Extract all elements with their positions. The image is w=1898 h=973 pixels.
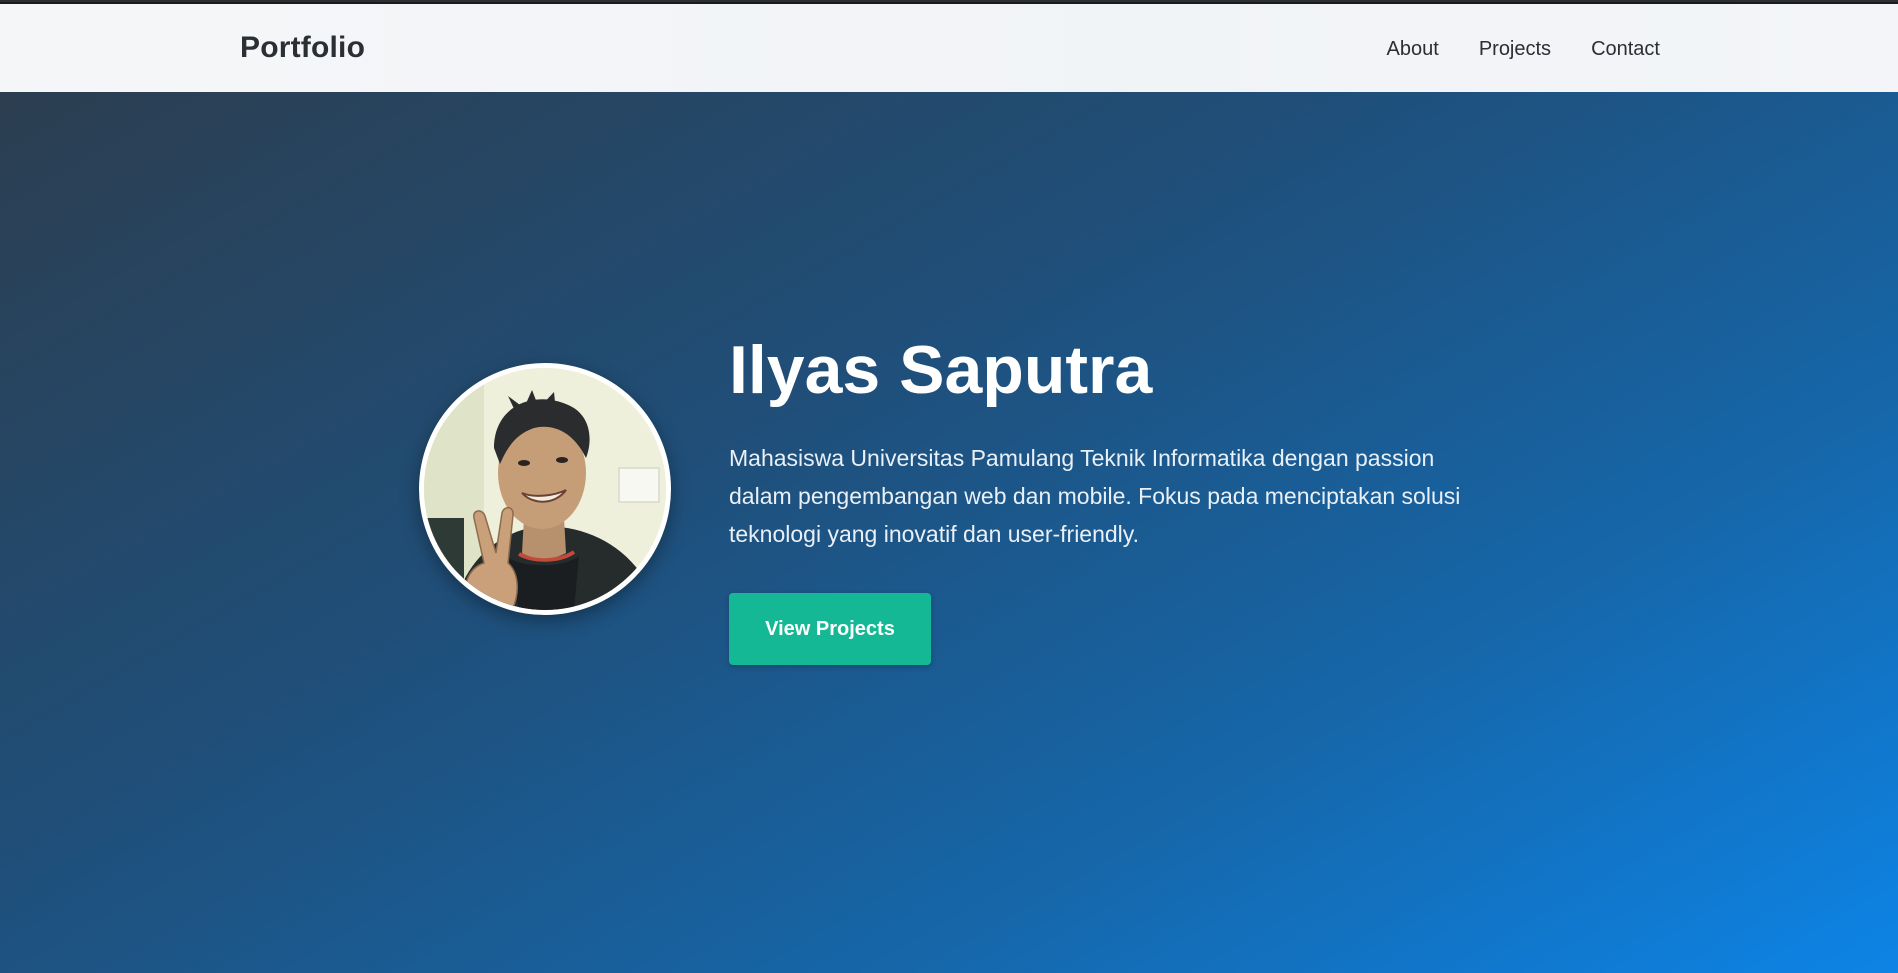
nav-link-contact[interactable]: Contact xyxy=(1591,38,1660,61)
avatar xyxy=(419,363,671,615)
hero-section: Ilyas Saputra Mahasiswa Universitas Pamu… xyxy=(0,92,1898,973)
nav-link-projects[interactable]: Projects xyxy=(1479,38,1551,61)
brand-logo[interactable]: Portfolio xyxy=(240,31,365,65)
hero-name-heading: Ilyas Saputra xyxy=(729,332,1153,408)
hero-text-block: Ilyas Saputra Mahasiswa Universitas Pamu… xyxy=(729,328,1489,665)
nav-links: About Projects Contact xyxy=(1387,38,1660,61)
view-projects-button[interactable]: View Projects xyxy=(729,593,931,665)
navbar: Portfolio About Projects Contact xyxy=(0,4,1898,92)
profile-photo-image xyxy=(424,368,666,610)
hero-description: Mahasiswa Universitas Pamulang Teknik In… xyxy=(729,445,1461,547)
nav-link-about[interactable]: About xyxy=(1387,38,1439,61)
browser-viewport: Portfolio About Projects Contact Ilyas S… xyxy=(0,0,1898,973)
